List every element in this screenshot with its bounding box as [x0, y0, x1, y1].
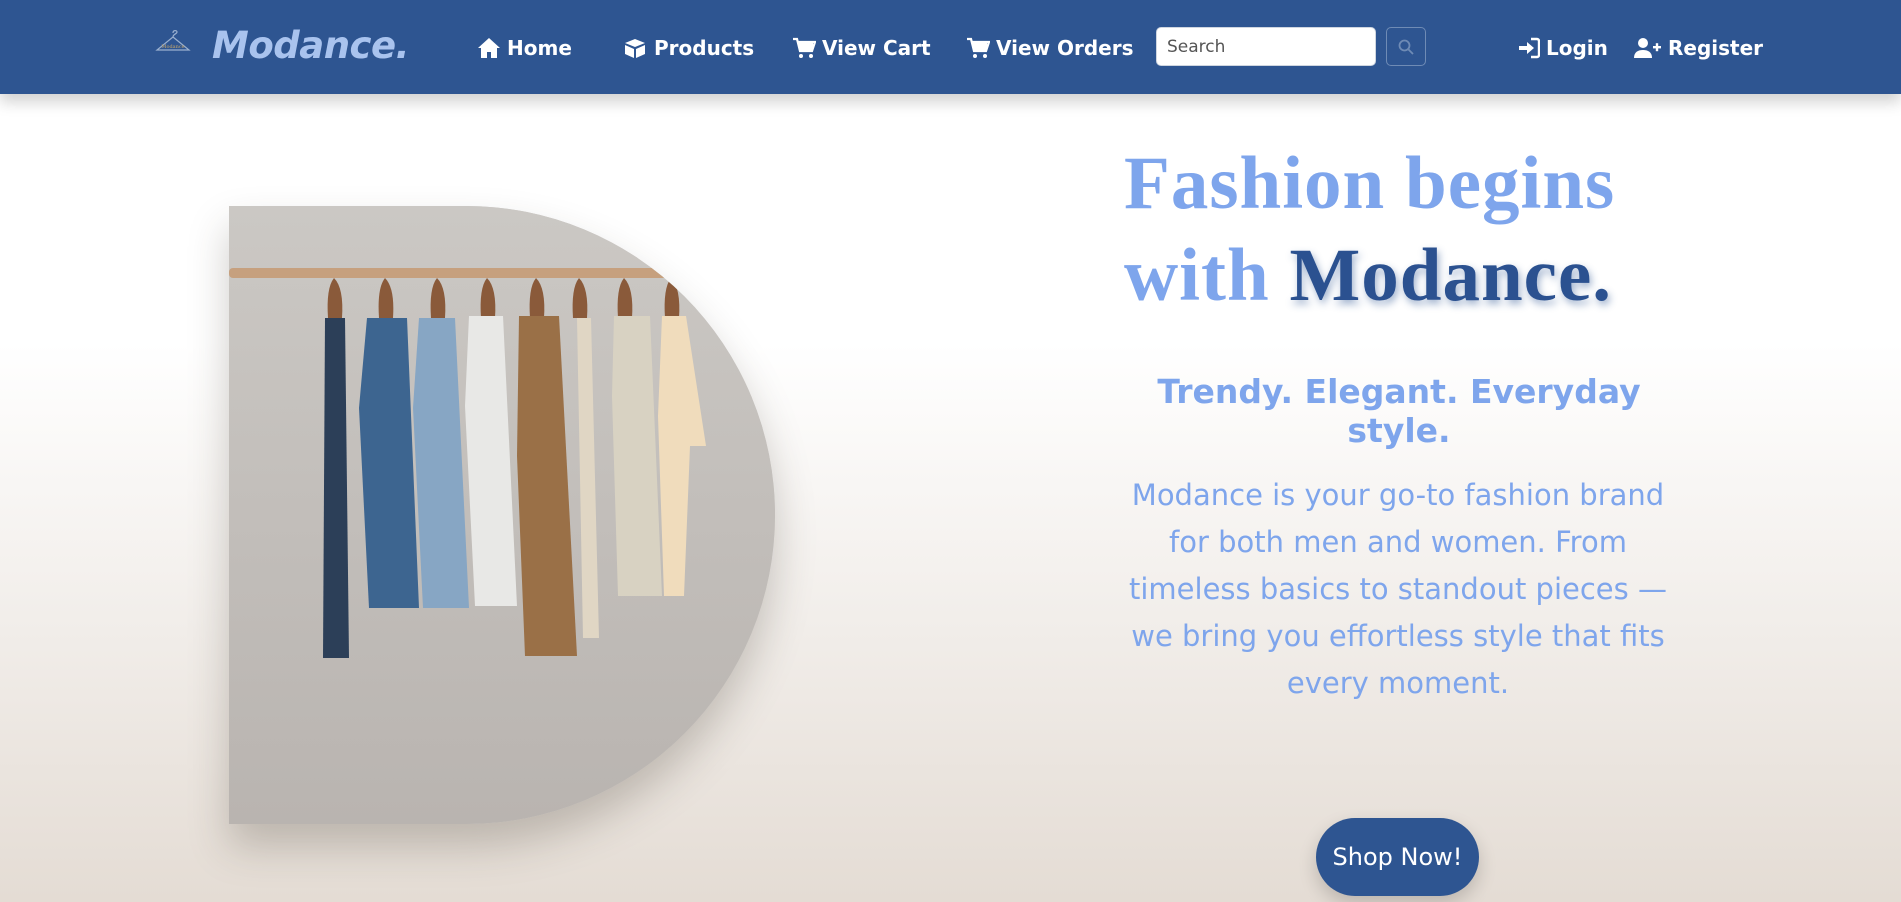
- box-icon: [625, 39, 645, 58]
- brand-name: Modance.: [212, 24, 410, 67]
- nav-register[interactable]: Register: [1634, 33, 1763, 63]
- cart-icon: [967, 37, 990, 58]
- nav-view-cart[interactable]: View Cart: [792, 33, 931, 63]
- cart-icon: [793, 37, 816, 58]
- nav-products[interactable]: Products: [622, 33, 754, 63]
- hero-title-accent: Modance.: [1289, 234, 1612, 317]
- brand-logo-text: Modance: [161, 44, 184, 50]
- nav-view-orders[interactable]: View Orders: [966, 33, 1134, 63]
- nav-view-cart-label: View Cart: [822, 36, 931, 60]
- nav-home[interactable]: Home: [477, 33, 572, 63]
- brand-link[interactable]: Modance Modance.: [153, 24, 410, 67]
- hero-title: Fashion begins with Modance.: [1124, 138, 1684, 322]
- nav-view-orders-label: View Orders: [996, 36, 1134, 60]
- search-button[interactable]: [1386, 27, 1426, 66]
- nav-home-label: Home: [507, 36, 572, 60]
- nav-login-label: Login: [1546, 36, 1608, 60]
- search-icon: [1398, 39, 1414, 55]
- navbar: Modance Modance. Home Products View Cart: [0, 0, 1901, 94]
- hero-image: [229, 206, 775, 824]
- hanger-icon: Modance: [155, 30, 191, 51]
- nav-login[interactable]: Login: [1518, 33, 1608, 63]
- shop-now-button[interactable]: Shop Now!: [1316, 818, 1479, 896]
- hero-tagline: Trendy. Elegant. Everyday style.: [1157, 372, 1641, 450]
- hero-title-line1: Fashion begins: [1124, 142, 1616, 225]
- nav-products-label: Products: [654, 36, 755, 60]
- hero-description: Modance is your go-to fashion brand for …: [1129, 478, 1667, 700]
- clothes-rack-illustration: [229, 206, 775, 824]
- search-input[interactable]: [1156, 27, 1376, 66]
- home-icon: [478, 38, 500, 58]
- user-plus-icon: [1634, 38, 1661, 58]
- nav-register-label: Register: [1668, 36, 1764, 60]
- hero-title-with: with: [1124, 234, 1290, 317]
- sign-in-icon: [1519, 37, 1540, 59]
